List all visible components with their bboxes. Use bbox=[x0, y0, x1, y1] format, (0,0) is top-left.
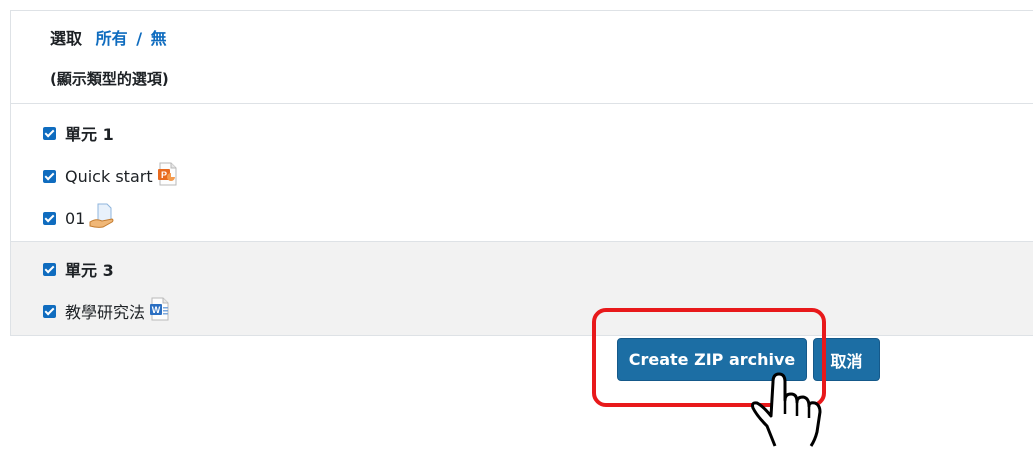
item-01-checkbox[interactable] bbox=[43, 211, 56, 225]
select-row: 選取 所有 / 無 bbox=[50, 25, 167, 49]
select-all-link[interactable]: 所有 bbox=[96, 29, 128, 48]
svg-text:P: P bbox=[161, 170, 167, 180]
item-name: 01 bbox=[65, 208, 86, 228]
quick-start-checkbox[interactable] bbox=[43, 169, 56, 183]
show-type-options-toggle[interactable]: (顯示類型的選項) bbox=[50, 68, 169, 89]
section-3-header[interactable]: 單元 3 bbox=[43, 257, 114, 281]
teaching-research-checkbox[interactable] bbox=[43, 304, 56, 318]
word-file-icon: W bbox=[149, 297, 171, 325]
section-1-title: 單元 1 bbox=[65, 125, 114, 144]
select-separator: / bbox=[136, 29, 143, 48]
section-1-header[interactable]: 單元 1 bbox=[43, 121, 114, 145]
select-none-link[interactable]: 無 bbox=[151, 29, 167, 48]
section-3-title: 單元 3 bbox=[65, 261, 114, 280]
section-1: 單元 1 Quick start P 01 bbox=[10, 103, 1033, 241]
list-item[interactable]: 01 bbox=[43, 203, 115, 233]
list-item[interactable]: 教學研究法 W bbox=[43, 297, 171, 325]
section-3: 單元 3 教學研究法 W bbox=[10, 241, 1033, 336]
select-panel bbox=[10, 10, 1033, 103]
pointing-hand-cursor-icon bbox=[745, 360, 825, 454]
svg-text:W: W bbox=[152, 305, 161, 315]
hand-document-icon bbox=[89, 203, 115, 233]
item-name: Quick start bbox=[65, 166, 153, 186]
section-3-checkbox[interactable] bbox=[43, 262, 56, 276]
section-1-checkbox[interactable] bbox=[43, 126, 56, 140]
item-name: 教學研究法 bbox=[65, 303, 146, 322]
select-label: 選取 bbox=[50, 29, 83, 48]
list-item[interactable]: Quick start P bbox=[43, 162, 179, 190]
powerpoint-file-icon: P bbox=[157, 162, 179, 190]
